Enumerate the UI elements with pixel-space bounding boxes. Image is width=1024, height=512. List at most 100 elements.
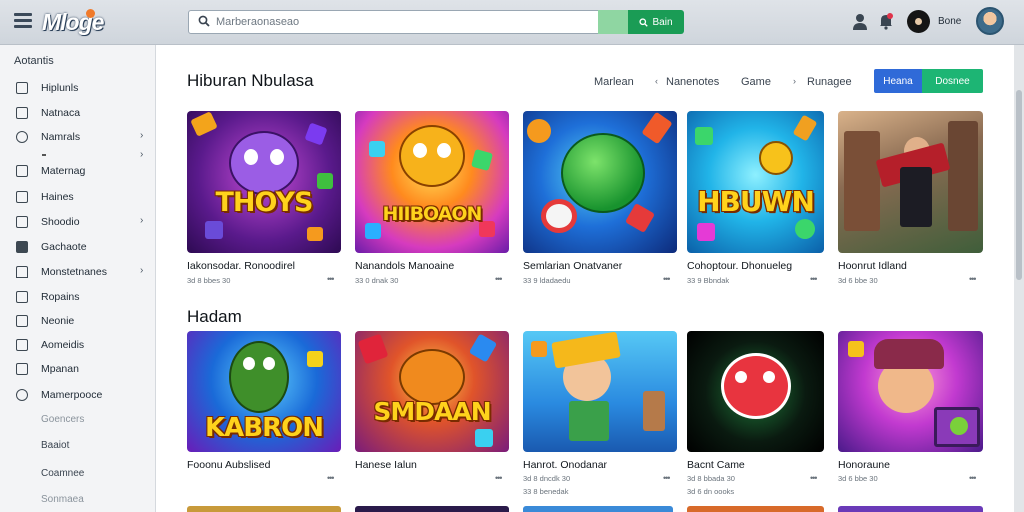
more-options-icon[interactable]: ••• bbox=[663, 473, 671, 483]
sidebar-item-label: Hiplunls bbox=[41, 82, 79, 94]
sidebar-item-maternag[interactable]: Maternag bbox=[0, 160, 155, 182]
more-options-icon[interactable]: ••• bbox=[327, 274, 335, 284]
avatar[interactable] bbox=[907, 10, 930, 33]
more-options-icon[interactable]: ••• bbox=[810, 473, 818, 483]
game-card-partial[interactable] bbox=[523, 506, 673, 512]
game-card-partial[interactable] bbox=[355, 506, 509, 512]
search-button[interactable]: Bain bbox=[628, 10, 684, 34]
game-title[interactable]: Nanandols Manoaine bbox=[355, 260, 454, 272]
search-input[interactable] bbox=[216, 13, 586, 31]
game-meta: 3d 6 bbe 30 bbox=[838, 276, 878, 285]
menu-icon[interactable] bbox=[14, 13, 32, 29]
game-thumbnail[interactable] bbox=[523, 111, 677, 253]
sidebar-subitem[interactable]: Sonmaea bbox=[41, 494, 84, 505]
game-card-partial[interactable] bbox=[687, 506, 824, 512]
more-options-icon[interactable]: ••• bbox=[969, 274, 977, 284]
profile-icon[interactable] bbox=[852, 13, 868, 31]
filter-link[interactable]: Marlean bbox=[594, 76, 634, 88]
sidebar-item-label: Mamerpooce bbox=[41, 389, 103, 401]
more-options-icon[interactable]: ••• bbox=[663, 274, 671, 284]
game-thumbnail[interactable]: KABRON bbox=[187, 331, 341, 452]
sidebar-item-gachaote[interactable]: Gachaote bbox=[0, 236, 155, 258]
mail-icon bbox=[16, 107, 28, 119]
user-name[interactable]: Bone bbox=[938, 16, 961, 27]
sidebar-subitem[interactable]: Baaiot bbox=[41, 440, 69, 451]
sidebar-item-label: Maternag bbox=[41, 165, 86, 177]
sidebar-item-haines[interactable]: Haines bbox=[0, 186, 155, 208]
game-thumbnail[interactable] bbox=[838, 331, 983, 452]
search-button-label: Bain bbox=[652, 16, 673, 28]
sidebar-item-hiplunls[interactable]: Hiplunls bbox=[0, 77, 155, 99]
gear-icon bbox=[16, 389, 28, 401]
game-meta: 3d 8 dncdk 30 bbox=[523, 474, 571, 483]
game-thumbnail[interactable]: HIIBOAON bbox=[355, 111, 509, 253]
logo-badge-icon bbox=[86, 9, 95, 18]
sidebar-item-mamerpooce[interactable]: Mamerpooce bbox=[0, 384, 155, 406]
sidebar-item-monstetnanes[interactable]: Monstetnanes › bbox=[0, 261, 155, 283]
card-icon bbox=[16, 191, 28, 203]
sidebar-item-label: Aomeidis bbox=[41, 339, 85, 351]
sidebar-subitem[interactable]: Goencers bbox=[41, 414, 84, 425]
sidebar-subitem[interactable]: Coamnee bbox=[41, 468, 84, 479]
game-card-partial[interactable] bbox=[187, 506, 341, 512]
filter-link[interactable]: Nanenotes bbox=[666, 76, 719, 88]
thumbnail-logo-text: HIIBOAON bbox=[382, 203, 483, 225]
game-title[interactable]: Hanrot. Onodanar bbox=[523, 459, 607, 471]
game-title[interactable]: Semlarian Onatvaner bbox=[523, 260, 622, 272]
secondary-button[interactable]: Dosnee bbox=[922, 69, 983, 93]
bag-icon bbox=[16, 165, 28, 177]
game-thumbnail[interactable] bbox=[523, 331, 677, 452]
home-icon bbox=[16, 266, 28, 278]
image-icon bbox=[16, 241, 28, 253]
game-title[interactable]: Bacnt Came bbox=[687, 459, 745, 471]
filter-link[interactable]: Runagee bbox=[807, 76, 852, 88]
game-thumbnail[interactable] bbox=[838, 111, 983, 253]
sidebar-item-label: Neonie bbox=[41, 315, 75, 327]
more-options-icon[interactable]: ••• bbox=[969, 473, 977, 483]
section-title: Hiburan Nbulasa bbox=[187, 71, 314, 90]
sidebar-item-label: Gachaote bbox=[41, 241, 87, 253]
chevron-right-icon: › bbox=[140, 149, 144, 160]
more-options-icon[interactable]: ••• bbox=[495, 274, 503, 284]
game-thumbnail[interactable] bbox=[687, 331, 824, 452]
more-options-icon[interactable]: ••• bbox=[327, 473, 335, 483]
sidebar-item-shoodio[interactable]: Shoodio › bbox=[0, 211, 155, 233]
game-title[interactable]: Honoraune bbox=[838, 459, 890, 471]
clock-icon bbox=[16, 131, 28, 143]
sidebar-item-mpanan[interactable]: Mpanan bbox=[0, 358, 155, 380]
more-options-icon[interactable]: ••• bbox=[810, 274, 818, 284]
chevron-right-icon: › bbox=[793, 76, 796, 86]
sidebar-item-label: Namrals bbox=[41, 131, 81, 143]
sidebar-item-aomeidis[interactable]: Aomeidis bbox=[0, 334, 155, 356]
sidebar-item-neonie[interactable]: Neonie bbox=[0, 310, 155, 332]
game-meta: 3d 8 bbes 30 bbox=[187, 276, 231, 285]
game-thumbnail[interactable]: SMDAAN bbox=[355, 331, 509, 452]
sidebar-item-natnaca[interactable]: Natnaca bbox=[0, 102, 155, 124]
filter-link[interactable]: Game bbox=[741, 76, 771, 88]
game-card-partial[interactable] bbox=[838, 506, 983, 512]
primary-button[interactable]: Heana bbox=[874, 69, 922, 93]
thumbnail-logo-text: HBUWN bbox=[697, 185, 815, 218]
game-thumbnail[interactable]: HBUWN bbox=[687, 111, 824, 253]
game-title[interactable]: Iakonsodar. Ronoodirel bbox=[187, 260, 295, 272]
game-title[interactable]: Cohoptour. Dhonueleg bbox=[687, 260, 792, 272]
game-title[interactable]: Hanese Ialun bbox=[355, 459, 417, 471]
game-meta: 3d 6 bbe 30 bbox=[838, 474, 878, 483]
search-button-icon bbox=[639, 17, 649, 27]
sidebar-item-ropains[interactable]: Ropains bbox=[0, 286, 155, 308]
search-clear-area[interactable] bbox=[598, 10, 628, 34]
game-meta: 3d 8 bbada 30 bbox=[687, 474, 735, 483]
game-title[interactable]: Fooonu Aubslised bbox=[187, 459, 270, 471]
thumbnail-logo-text: SMDAAN bbox=[373, 397, 491, 426]
screen-icon bbox=[16, 339, 28, 351]
chevron-left-icon: ‹ bbox=[655, 76, 658, 86]
scrollbar-thumb[interactable] bbox=[1016, 90, 1022, 280]
game-thumbnail[interactable]: THOYS bbox=[187, 111, 341, 253]
game-meta: 33 9 ldadaedu bbox=[523, 276, 571, 285]
game-meta-secondary: 3d 6 dn oooks bbox=[687, 487, 735, 496]
user-avatar[interactable] bbox=[976, 7, 1004, 35]
more-options-icon[interactable]: ••• bbox=[495, 473, 503, 483]
game-title[interactable]: Hoonrut Idland bbox=[838, 260, 907, 272]
sidebar-item-label: Shoodio bbox=[41, 216, 80, 228]
notification-icon[interactable] bbox=[878, 12, 894, 30]
